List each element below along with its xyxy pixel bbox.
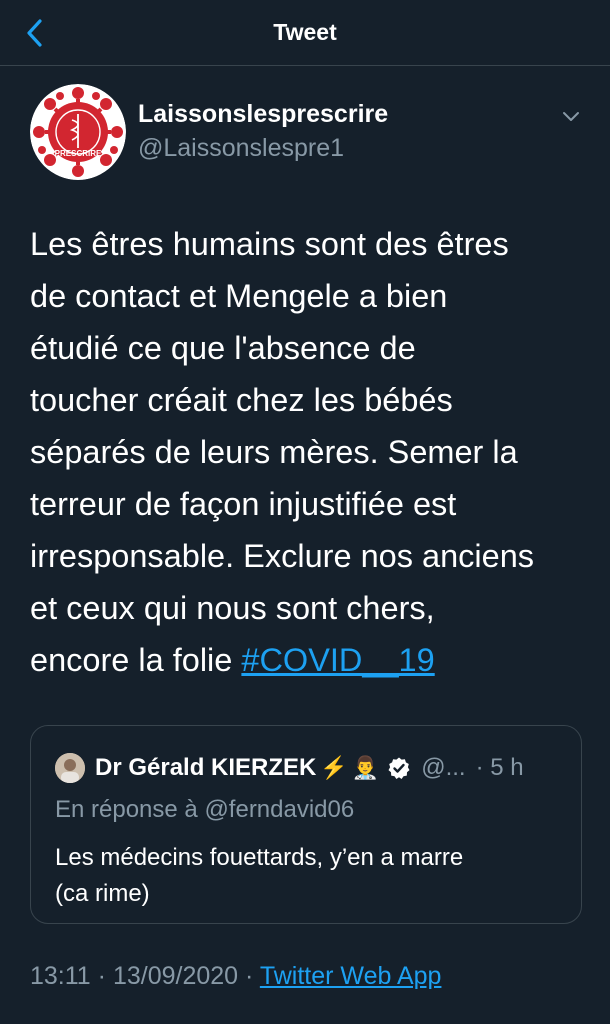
person-photo-icon (55, 753, 85, 783)
quoted-author-handle: @... (421, 754, 466, 781)
separator-dot: · (97, 962, 106, 990)
tweet-detail-screen: Tweet PRESCRIRE Laissonslesprescrire @La… (0, 0, 610, 1024)
tweet-date: 13/09/2020 (112, 962, 239, 990)
quoted-tweet[interactable]: Dr Gérald KIERZEK ⚡ 👨‍⚕️ @... · 5 h En r… (30, 725, 582, 924)
tweet-body: Les êtres humains sont des êtres de cont… (30, 226, 535, 678)
quoted-author-name: Dr Gérald KIERZEK (95, 754, 317, 781)
top-bar: Tweet (0, 0, 610, 66)
source-app-link[interactable]: Twitter Web App (260, 962, 442, 990)
chevron-down-icon (563, 112, 579, 121)
author-handle[interactable]: @Laissonslespre1 (138, 134, 344, 163)
reply-context: En réponse à @ferndavid06 (55, 796, 355, 823)
author-name[interactable]: Laissonslesprescrire (138, 100, 388, 129)
avatar[interactable]: PRESCRIRE (30, 84, 126, 180)
author-row: PRESCRIRE Laissonslesprescrire @Laissons… (30, 84, 590, 184)
quoted-tweet-time: · 5 h (475, 754, 524, 781)
virus-logo-icon: PRESCRIRE (30, 84, 126, 180)
verified-badge-icon (388, 757, 410, 779)
hashtag-link[interactable]: #COVID__19 (241, 642, 434, 678)
tweet-time: 13:11 (30, 962, 91, 990)
doctor-emoji-icon: 👨‍⚕️ (351, 755, 380, 780)
tweet-timestamp-row: 13:11 · 13/09/2020 · Twitter Web App (30, 962, 441, 991)
page-title: Tweet (273, 19, 337, 45)
quoted-tweet-header: Dr Gérald KIERZEK ⚡ 👨‍⚕️ @... · 5 h (55, 752, 557, 784)
quoted-tweet-text: Les médecins fouettards, y’en a marre (c… (55, 844, 464, 907)
separator-dot: · (245, 962, 254, 990)
tweet-text: Les êtres humains sont des êtres de cont… (30, 218, 590, 686)
lightning-emoji-icon: ⚡ (320, 755, 348, 780)
svg-text:PRESCRIRE: PRESCRIRE (55, 149, 102, 158)
quoted-author-avatar (55, 753, 85, 783)
more-options-button[interactable] (558, 104, 584, 130)
